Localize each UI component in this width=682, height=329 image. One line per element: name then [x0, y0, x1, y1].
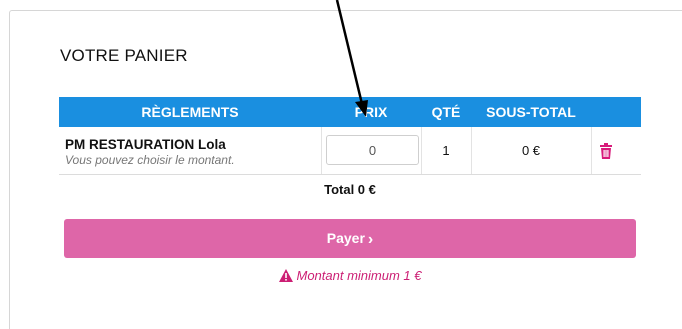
- column-header-reglements: RÈGLEMENTS: [141, 104, 239, 120]
- cart-item-row: PM RESTAURATION Lola Vous pouvez choisir…: [59, 127, 641, 175]
- cart-total: Total 0 €: [324, 182, 376, 197]
- warning-text: Montant minimum 1 €: [296, 268, 422, 283]
- cell-divider: [321, 127, 322, 174]
- chevron-right-icon: ›: [367, 231, 374, 248]
- item-quantity: 1: [442, 143, 450, 158]
- item-note: Vous pouvez choisir le montant.: [65, 153, 235, 167]
- item-name: PM RESTAURATION Lola: [65, 137, 226, 152]
- column-header-prix: PRIX: [354, 104, 388, 120]
- cart-table-header: RÈGLEMENTS PRIX QTÉ SOUS-TOTAL: [59, 97, 641, 127]
- minimum-amount-warning: Montant minimum 1 €: [0, 268, 682, 283]
- trash-icon[interactable]: [599, 143, 613, 159]
- warning-triangle-icon: [278, 269, 293, 282]
- page: VOTRE PANIER RÈGLEMENTS PRIX QTÉ SOUS-TO…: [0, 0, 682, 329]
- pay-button[interactable]: Payer ›: [64, 219, 636, 258]
- cart-title: VOTRE PANIER: [60, 46, 188, 65]
- item-subtotal: 0 €: [521, 143, 541, 158]
- column-header-qte: QTÉ: [431, 104, 461, 120]
- cell-divider: [591, 127, 592, 174]
- column-header-subtotal: SOUS-TOTAL: [486, 104, 576, 120]
- price-input[interactable]: [326, 135, 419, 165]
- pay-button-label: Payer: [326, 230, 365, 246]
